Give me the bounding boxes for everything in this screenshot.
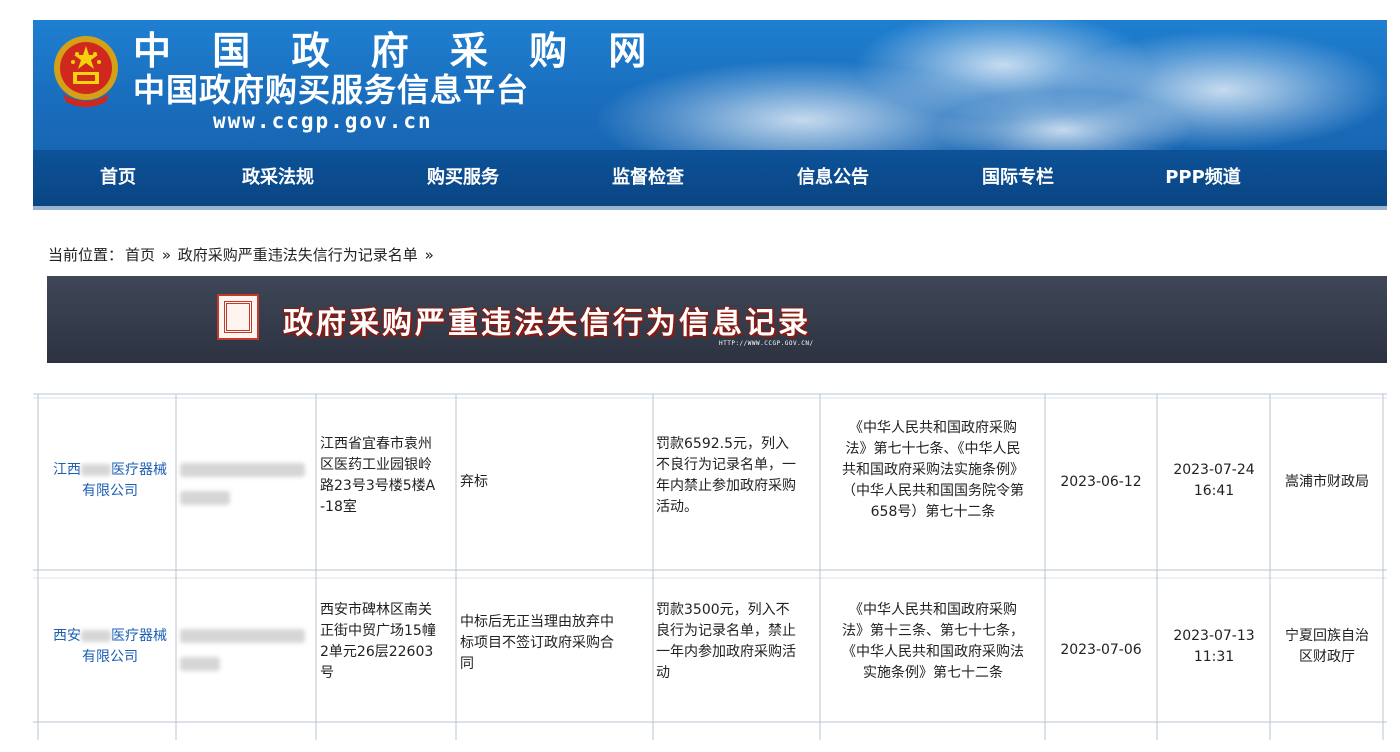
authority-line: 宁夏回族自治 (1285, 628, 1369, 644)
nav-item-regulations[interactable]: 政采法规 (218, 150, 338, 206)
company-name-part: 有限公司 (82, 483, 138, 499)
address-line: 正街中贸广场15幢 (320, 623, 436, 639)
address-line: -18室 (320, 499, 357, 515)
nav-item-home[interactable]: 首页 (78, 150, 158, 206)
nav-item-announcements[interactable]: 信息公告 (773, 150, 893, 206)
table-row-2-penalty: 罚款3500元，列入不 良行为记录名单，禁止 一年内参加政府采购活 动 (656, 600, 820, 684)
table-row-2-penalty-date: 2023-07-06 (1060, 642, 1142, 658)
publish-date: 2023-07-24 (1173, 462, 1255, 478)
redacted-text (81, 464, 111, 476)
redacted-text (81, 630, 111, 642)
behavior-line: 同 (460, 656, 474, 672)
table-row-1-penalty: 罚款6592.5元，列入 不良行为记录名单，一 年内禁止参加政府采购 活动。 (656, 434, 820, 518)
redacted-text (180, 657, 220, 671)
table-row-1-credit-code (180, 460, 310, 509)
behavior-line: 中标后无正当理由放弃中 (460, 614, 614, 630)
company-name-part: 医疗器械 (111, 628, 167, 644)
table-row-1-behavior: 弃标 (460, 472, 650, 493)
penalty-line: 不良行为记录名单，一 (656, 457, 796, 473)
address-line: 路23号3号楼5楼A (320, 478, 436, 494)
banner-url: HTTP://WWW.CCGP.GOV.CN/ (719, 340, 814, 347)
table-row-2-authority: 宁夏回族自治 区财政厅 (1272, 626, 1382, 668)
breadcrumb-label: 当前位置： (48, 246, 124, 264)
breadcrumb-separator: » (161, 246, 171, 264)
table-row-1-legal-basis: 《中华人民共和国政府采购 法》第七十七条、《中华人民 共和国政府采购法实施条例》… (822, 418, 1044, 523)
company-name-part: 江西 (53, 462, 81, 478)
basis-line: 实施条例》第七十二条 (863, 665, 1003, 681)
records-title: 政府采购严重违法失信行为信息记录 (283, 306, 811, 341)
breadcrumb-current-link[interactable]: 政府采购严重违法失信行为记录名单 (178, 246, 418, 264)
basis-line: 共和国政府采购法实施条例》 (842, 462, 1024, 478)
site-title: 中 国 政 府 采 购 网 中国政府购买服务信息平台 www.ccgp.gov.… (133, 30, 660, 134)
national-emblem-icon (54, 36, 118, 107)
address-line: 区医药工业园银岭 (320, 457, 432, 473)
table-row-2-legal-basis: 《中华人民共和国政府采购 法》第十三条、第七十七条， 《中华人民共和国政府采购法… (822, 600, 1044, 684)
publish-time: 11:31 (1193, 649, 1235, 665)
table-row-2-credit-code (180, 626, 310, 675)
redacted-text (180, 491, 230, 505)
basis-line: 658号）第七十二条 (870, 504, 996, 520)
penalty-line: 罚款6592.5元，列入 (656, 436, 789, 452)
basis-line: 《中华人民共和国政府采购 (849, 602, 1017, 618)
authority-line: 区财政厅 (1299, 649, 1355, 665)
penalty-line: 年内禁止参加政府采购 (656, 478, 796, 494)
penalty-line: 罚款3500元，列入不 (656, 602, 790, 618)
table-row-2-company[interactable]: 西安 医疗器械 有限公司 (40, 626, 180, 668)
company-name-part: 有限公司 (82, 649, 138, 665)
penalty-line: 活动。 (656, 499, 698, 515)
records-title-banner: 政府采购严重违法失信行为信息记录 HTTP://WWW.CCGP.GOV.CN/ (47, 276, 1387, 363)
breadcrumb-home-link[interactable]: 首页 (125, 246, 155, 264)
table-row-1-publish-date: 2023-07-24 16:41 (1159, 460, 1269, 502)
address-line: 西安市碑林区南关 (320, 602, 432, 618)
redacted-text (180, 629, 305, 643)
seal-icon (217, 294, 259, 340)
behavior-line: 标项目不签订政府采购合 (460, 635, 614, 651)
basis-line: （中华人民共和国国务院令第 (842, 483, 1024, 499)
publish-time: 16:41 (1193, 483, 1235, 499)
address-line: 2单元26层22603 (320, 644, 434, 660)
site-header-banner: 中 国 政 府 采 购 网 中国政府购买服务信息平台 www.ccgp.gov.… (33, 20, 1387, 150)
table-row-1-authority: 嵩浦市财政局 (1272, 472, 1382, 493)
behavior-line: 弃标 (460, 474, 488, 490)
redacted-text (180, 463, 305, 477)
company-name-part: 西安 (53, 628, 81, 644)
penalty-line: 动 (656, 665, 670, 681)
address-line: 江西省宜春市袁州 (320, 436, 432, 452)
penalty-line: 一年内参加政府采购活 (656, 644, 796, 660)
table-row-2-address: 西安市碑林区南关 正街中贸广场15幢 2单元26层22603 号 (320, 600, 454, 684)
nav-item-supervision[interactable]: 监督检查 (588, 150, 708, 206)
breadcrumb-separator: » (424, 246, 434, 264)
nav-item-ppp[interactable]: PPP频道 (1143, 150, 1263, 206)
address-line: 号 (320, 665, 334, 681)
table-row-2-publish-date: 2023-07-13 11:31 (1159, 626, 1269, 668)
site-url: www.ccgp.gov.cn (213, 109, 433, 133)
site-title-line2: 中国政府购买服务信息平台 (133, 71, 530, 109)
basis-line: 法》第十三条、第七十七条， (842, 623, 1024, 639)
basis-line: 《中华人民共和国政府采购 (849, 420, 1017, 436)
nav-item-international[interactable]: 国际专栏 (958, 150, 1078, 206)
breadcrumb: 当前位置： 首页 » 政府采购严重违法失信行为记录名单 » (48, 244, 436, 265)
basis-line: 法》第七十七条、《中华人民 (845, 441, 1021, 457)
basis-line: 《中华人民共和国政府采购法 (842, 644, 1024, 660)
table-row-1-company[interactable]: 江西 医疗器械 有限公司 (40, 460, 180, 502)
site-title-line1: 中 国 政 府 采 购 网 (133, 29, 661, 73)
table-row-1-address: 江西省宜春市袁州 区医药工业园银岭 路23号3号楼5楼A -18室 (320, 434, 454, 518)
table-row-2-behavior: 中标后无正当理由放弃中 标项目不签订政府采购合 同 (460, 612, 650, 675)
company-name-part: 医疗器械 (111, 462, 167, 478)
authority-line: 嵩浦市财政局 (1285, 474, 1369, 490)
main-nav: 首页 政采法规 购买服务 监督检查 信息公告 国际专栏 PPP频道 (33, 150, 1387, 210)
publish-date: 2023-07-13 (1173, 628, 1255, 644)
nav-item-purchase-services[interactable]: 购买服务 (403, 150, 523, 206)
table-row-1-penalty-date: 2023-06-12 (1060, 474, 1142, 490)
penalty-line: 良行为记录名单，禁止 (656, 623, 796, 639)
